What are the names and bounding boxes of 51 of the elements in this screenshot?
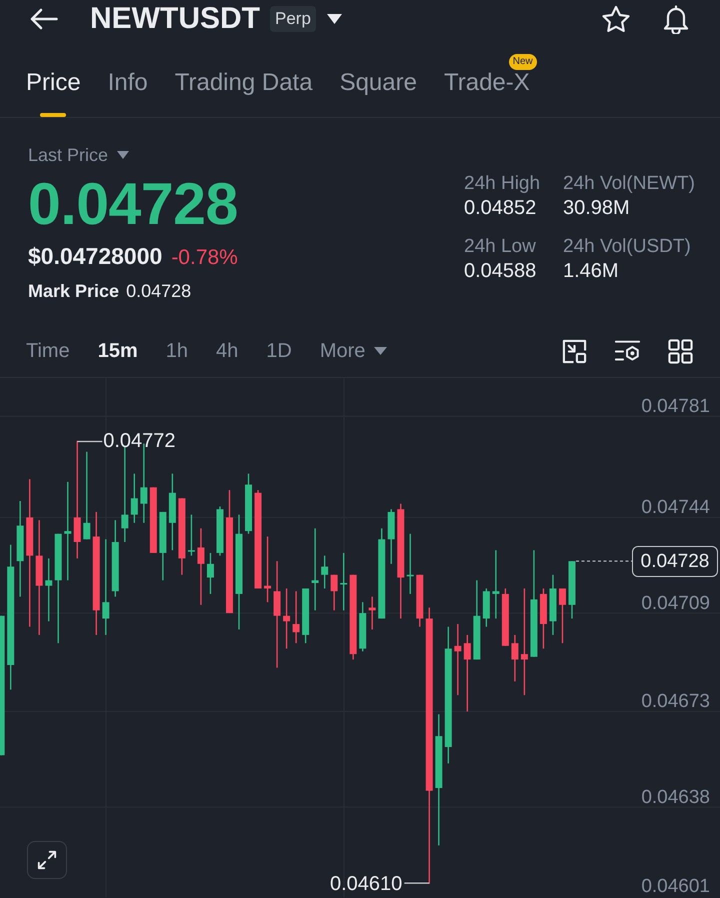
high-price-label: 0.04772 (103, 430, 176, 451)
last-price: 0.04728 (28, 174, 238, 234)
back-arrow-icon[interactable] (30, 8, 58, 30)
price-type-dropdown[interactable]: Last Price (28, 144, 130, 166)
new-badge: New (508, 54, 537, 70)
tab[interactable]: Info (108, 70, 148, 117)
caret-icon (117, 151, 130, 159)
stat-value: 30.98M (563, 196, 631, 220)
bell-icon[interactable] (662, 4, 690, 34)
grid-icon[interactable] (668, 338, 693, 364)
mark-price-value: 0.04728 (126, 280, 192, 302)
leader-line (77, 440, 102, 442)
price-line (576, 560, 632, 562)
interval-option[interactable]: Time (26, 339, 70, 363)
stat-value: 1.46M (563, 259, 620, 283)
price-axis-label: 0.04744 (641, 498, 710, 518)
tab[interactable]: Price (26, 70, 81, 117)
window-arrow-icon[interactable] (562, 338, 587, 364)
current-price-tag: 0.04728 (632, 546, 718, 577)
price-axis-label: 0.04601 (641, 877, 710, 897)
star-icon[interactable] (601, 4, 631, 34)
stat-label: 24h Vol(NEWT) (563, 173, 696, 195)
interval-option[interactable]: 1h (166, 339, 188, 363)
price-axis-label: 0.04638 (641, 788, 710, 808)
interval-option[interactable]: 1D (266, 339, 292, 363)
expand-icon (37, 850, 57, 870)
tab[interactable]: Square (340, 70, 417, 117)
lines-hexagon-icon[interactable] (615, 338, 640, 364)
price-axis-label: 0.04781 (641, 397, 710, 418)
expand-button[interactable] (27, 841, 67, 879)
usd-price: $0.04728000 (28, 243, 162, 269)
interval-option[interactable]: 15m (98, 339, 138, 363)
stat-value: 0.04852 (464, 196, 538, 220)
price-change: -0.78% (171, 245, 238, 271)
more-intervals-dropdown[interactable]: More (320, 339, 388, 363)
price-axis-label: 0.04673 (641, 692, 710, 712)
stat-value: 0.04588 (464, 259, 538, 283)
stat-label: 24h Low (464, 236, 537, 258)
leader-line (404, 882, 430, 884)
tab[interactable]: Trade-X (444, 70, 530, 117)
tab[interactable]: Trading Data (174, 70, 313, 117)
mark-price-label: Mark Price (28, 280, 120, 302)
stat-label: 24h High (464, 173, 542, 195)
interval-option[interactable]: 4h (216, 339, 238, 363)
price-axis-label: 0.04709 (641, 594, 710, 614)
caret-icon[interactable] (326, 14, 342, 24)
low-price-label: 0.04610 (330, 872, 402, 895)
stat-label: 24h Vol(USDT) (563, 236, 692, 258)
pair-title: NEWTUSDT (90, 2, 260, 36)
contract-type-badge: Perp (270, 6, 316, 32)
caret-icon (374, 347, 388, 355)
